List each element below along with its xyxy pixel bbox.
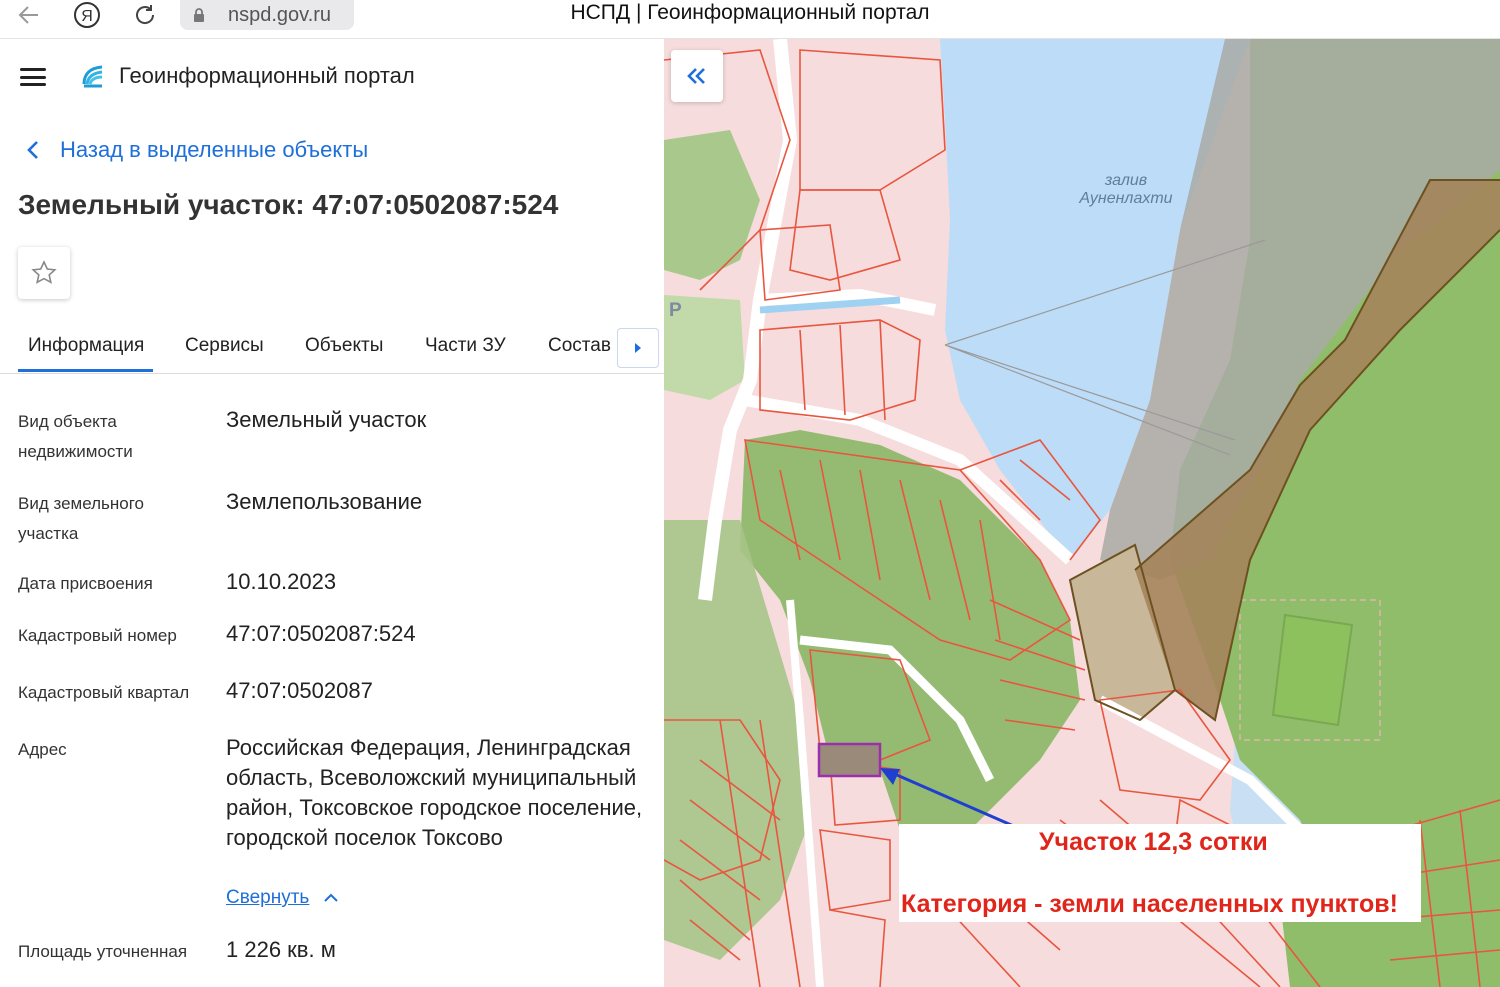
menu-icon[interactable] [20, 68, 46, 86]
label-object-type: Вид объекта недвижимости [18, 412, 133, 461]
collapse-label: Свернуть [226, 887, 310, 908]
annotation-box: Участок 12,3 сотки Категория - земли нас… [899, 824, 1421, 922]
annotation-category: Категория - земли населенных пунктов! [901, 890, 1398, 918]
tab-information[interactable]: Информация [28, 335, 144, 357]
back-link-label: Назад в выделенные объекты [60, 137, 369, 162]
label-land-type: Вид земельного участка [18, 494, 145, 543]
tab-services[interactable]: Сервисы [185, 335, 264, 357]
bay-label-line1: залив [1104, 172, 1148, 189]
value-assignment-date: 10.10.2023 [226, 569, 337, 594]
browser-toolbar: Я nspd.gov.ru НСПД | Геоинформационный п… [0, 0, 1500, 39]
label-address: Адрес [18, 740, 67, 759]
portal-logo [82, 65, 103, 88]
back-to-selected-link[interactable]: Назад в выделенные объекты [18, 137, 368, 163]
value-land-type: Землепользование [226, 489, 423, 514]
bay-label: залив Ауненлахти [1066, 172, 1186, 208]
info-panel: Геоинформационный портал Назад в выделен… [0, 39, 664, 987]
chevron-left-icon [27, 141, 38, 159]
window-title: НСПД | Геоинформационный портал [570, 1, 930, 24]
tab-objects[interactable]: Объекты [305, 335, 383, 357]
collapse-panel-button[interactable] [671, 50, 723, 102]
caret-right-icon [635, 343, 641, 353]
value-cadastral-number: 47:07:0502087:524 [226, 621, 416, 646]
tab-composition[interactable]: Состав [548, 335, 611, 357]
value-cadastral-quarter: 47:07:0502087 [226, 678, 373, 703]
tab-parts[interactable]: Части ЗУ [425, 335, 506, 357]
bay-label-line2: Ауненлахти [1079, 190, 1173, 207]
portal-name: Геоинформационный портал [119, 63, 415, 88]
favorite-button[interactable] [18, 247, 70, 299]
chevron-up-icon [324, 893, 339, 902]
label-area: Площадь уточненная [18, 942, 188, 961]
value-object-type: Земельный участок [226, 407, 427, 432]
value-area: 1 226 кв. м [226, 937, 336, 962]
label-assignment-date: Дата присвоения [18, 574, 153, 593]
tab-bar: Информация Сервисы Объекты Части ЗУ Сост… [0, 324, 664, 374]
map-canvas[interactable]: залив Ауненлахти P Участок 12,3 сотки Ка… [664, 39, 1500, 987]
label-cadastral-quarter: Кадастровый квартал [18, 683, 190, 702]
double-chevron-left-icon [687, 68, 705, 84]
object-title: Земельный участок: 47:07:0502087:524 [18, 189, 559, 220]
value-address: Российская Федерация, Ленинградская обла… [226, 735, 643, 850]
active-tab-indicator [18, 369, 153, 372]
annotation-area: Участок 12,3 сотки [1039, 828, 1268, 856]
label-cadastral-number: Кадастровый номер [18, 626, 177, 645]
tabs-scroll-right-button[interactable] [617, 328, 659, 368]
star-icon [31, 260, 57, 284]
collapse-link[interactable]: Свернуть [226, 887, 339, 909]
parking-label: P [669, 300, 682, 321]
